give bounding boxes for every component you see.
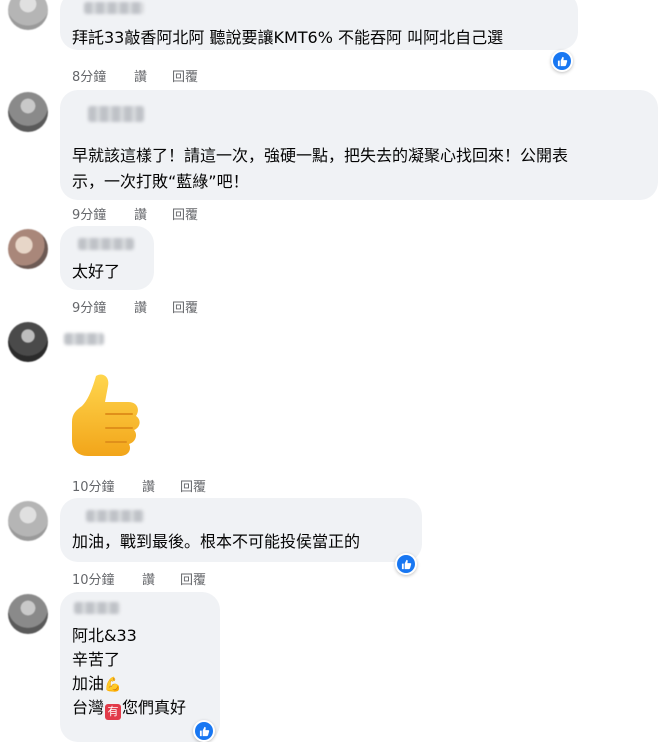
comment-bubble: 太好了 <box>60 226 154 290</box>
timestamp[interactable]: 10分鐘 <box>72 569 142 588</box>
avatar[interactable] <box>8 0 48 30</box>
comment-bubble: 阿北&33 辛苦了 加油💪 台灣有您們真好 <box>60 592 220 742</box>
have-button-emoji: 有 <box>105 704 122 720</box>
like-link[interactable]: 讚 <box>134 204 172 223</box>
like-link[interactable]: 讚 <box>142 569 180 588</box>
comment-text: 加油，戰到最後。根本不可能投侯當正的 <box>72 532 361 551</box>
comment-meta: 8分鐘 讚 回覆 <box>72 66 198 85</box>
thumbs-up-icon <box>72 374 140 456</box>
like-link[interactable]: 讚 <box>134 66 172 85</box>
avatar[interactable] <box>8 229 48 269</box>
thumbs-up-icon <box>199 726 209 736</box>
commenter-name[interactable] <box>84 2 144 14</box>
like-link[interactable]: 讚 <box>134 297 172 316</box>
like-reaction-badge[interactable] <box>395 553 417 575</box>
commenter-name[interactable] <box>88 106 144 122</box>
avatar[interactable] <box>8 92 48 132</box>
commenter-name[interactable] <box>64 333 104 345</box>
reply-link[interactable]: 回覆 <box>172 66 198 85</box>
comment-bubble: 早就該這樣了！請這一次，強硬一點，把失去的凝聚心找回來！公開表 示，一次打敗“藍… <box>60 90 658 200</box>
like-reaction-badge[interactable] <box>193 720 215 742</box>
commenter-name[interactable] <box>78 238 134 250</box>
comment-text: 太好了 <box>72 262 121 281</box>
comment-text-line-4: 台灣有您們真好 <box>72 698 187 720</box>
timestamp[interactable]: 9分鐘 <box>72 204 134 223</box>
comment-text-line-2: 示，一次打敗“藍綠”吧！ <box>72 172 249 191</box>
commenter-name[interactable] <box>86 510 144 522</box>
comment-meta: 10分鐘 讚 回覆 <box>72 569 206 588</box>
avatar[interactable] <box>8 501 48 541</box>
comment-bubble: 加油，戰到最後。根本不可能投侯當正的 <box>60 498 422 562</box>
comment-bubble: 拜託33敲香阿北阿 聽說要讓KMT6% 不能吞阿 叫阿北自己選 <box>60 0 578 50</box>
comment-meta: 10分鐘 讚 回覆 <box>72 476 206 495</box>
reply-link[interactable]: 回覆 <box>172 204 198 223</box>
like-link[interactable]: 讚 <box>142 476 180 495</box>
comment-text-line-2: 辛苦了 <box>72 650 121 669</box>
comment-text-line-1: 阿北&33 <box>72 626 137 645</box>
reply-link[interactable]: 回覆 <box>180 476 206 495</box>
timestamp[interactable]: 8分鐘 <box>72 66 134 85</box>
timestamp[interactable]: 10分鐘 <box>72 476 142 495</box>
reply-link[interactable]: 回覆 <box>180 569 206 588</box>
like-reaction-badge[interactable] <box>551 50 573 72</box>
avatar[interactable] <box>8 322 48 362</box>
comment-text-line-3: 加油💪 <box>72 674 122 693</box>
avatar[interactable] <box>8 594 48 634</box>
thumbs-up-sticker <box>66 372 144 458</box>
comment-meta: 9分鐘 讚 回覆 <box>72 297 198 316</box>
reply-link[interactable]: 回覆 <box>172 297 198 316</box>
commenter-name[interactable] <box>74 602 120 614</box>
comment-text: 拜託33敲香阿北阿 聽說要讓KMT6% 不能吞阿 叫阿北自己選 <box>72 28 504 47</box>
thumbs-up-icon <box>557 56 567 66</box>
timestamp[interactable]: 9分鐘 <box>72 297 134 316</box>
flexed-biceps-emoji: 💪 <box>104 677 122 693</box>
thumbs-up-icon <box>401 559 411 569</box>
comment-meta: 9分鐘 讚 回覆 <box>72 204 198 223</box>
comment-text-line-1: 早就該這樣了！請這一次，強硬一點，把失去的凝聚心找回來！公開表 <box>72 146 569 165</box>
